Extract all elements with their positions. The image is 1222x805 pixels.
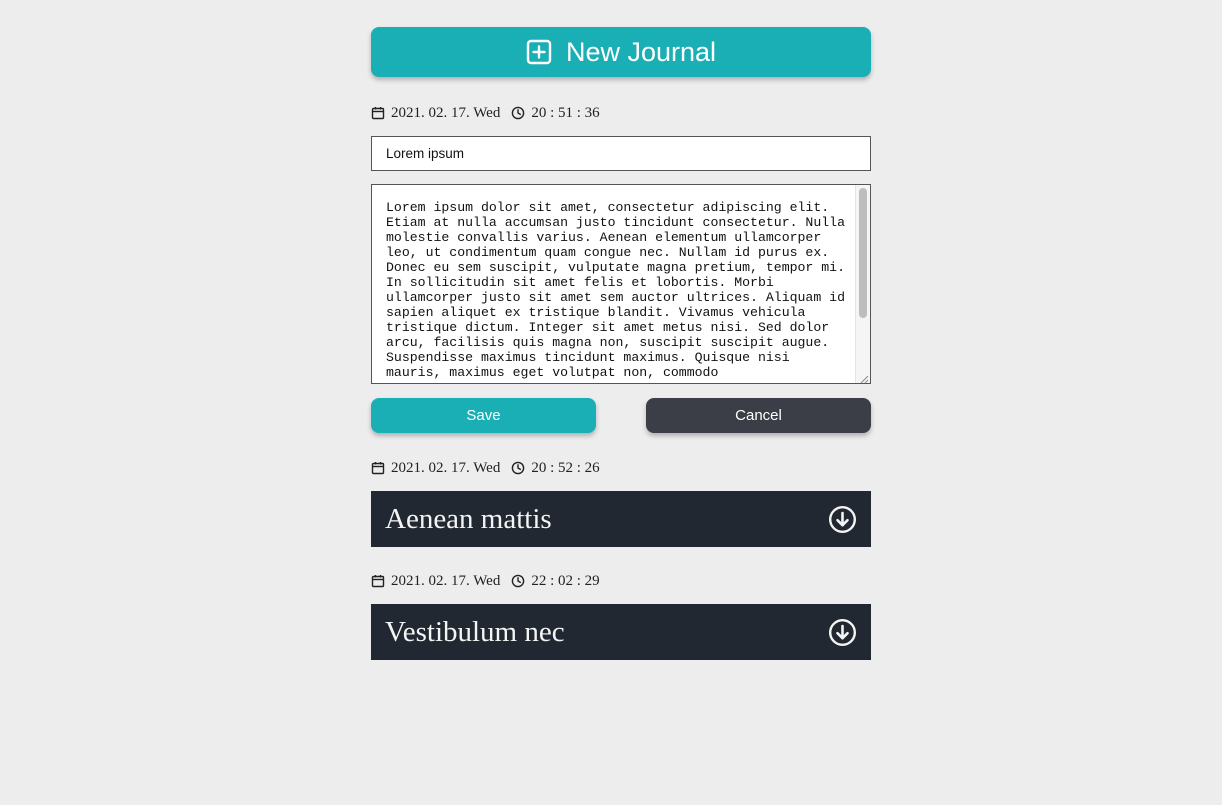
entry-time: 20 : 52 : 26 xyxy=(531,459,600,476)
journal-entry-aenean-mattis[interactable]: Aenean mattis xyxy=(371,491,871,547)
entry-date: 2021. 02. 17. Wed xyxy=(391,459,501,476)
calendar-icon xyxy=(371,106,385,120)
journal-app: New Journal 2021. 02. 17. Wed 20 : 51 : … xyxy=(371,27,871,660)
journal-entry-vestibulum-nec[interactable]: Vestibulum nec xyxy=(371,604,871,660)
body-scrollbar[interactable] xyxy=(855,185,870,383)
clock-icon xyxy=(511,106,525,120)
entry-time-group: 22 : 02 : 29 xyxy=(511,572,600,590)
arrow-circle-down-icon[interactable] xyxy=(828,505,857,534)
calendar-icon xyxy=(371,461,385,475)
journal-title-input[interactable] xyxy=(371,136,871,171)
calendar-icon xyxy=(371,574,385,588)
cancel-button[interactable]: Cancel xyxy=(646,398,871,433)
entry-timestamp: 2021. 02. 17. Wed 22 : 02 : 29 xyxy=(371,571,871,591)
entry-date: 2021. 02. 17. Wed xyxy=(391,572,501,589)
editor-time: 20 : 51 : 36 xyxy=(531,104,600,121)
clock-icon xyxy=(511,461,525,475)
resize-handle-icon[interactable] xyxy=(858,371,869,384)
editor-time-group: 20 : 51 : 36 xyxy=(511,104,600,122)
editor-actions: Save Cancel xyxy=(371,398,871,433)
entry-title: Aenean mattis xyxy=(385,502,552,535)
editor-timestamp: 2021. 02. 17. Wed 20 : 51 : 36 xyxy=(371,103,871,123)
new-journal-label: New Journal xyxy=(565,36,717,67)
entry-title: Vestibulum nec xyxy=(385,615,565,648)
save-button[interactable]: Save xyxy=(371,398,596,433)
plus-square-icon xyxy=(526,39,552,65)
journal-body-textarea[interactable]: Lorem ipsum dolor sit amet, consectetur … xyxy=(372,185,856,383)
entry-time: 22 : 02 : 29 xyxy=(531,572,600,589)
clock-icon xyxy=(511,574,525,588)
arrow-circle-down-icon[interactable] xyxy=(828,618,857,647)
entry-timestamp: 2021. 02. 17. Wed 20 : 52 : 26 xyxy=(371,458,871,478)
editor-date: 2021. 02. 17. Wed xyxy=(391,104,501,121)
new-journal-button[interactable]: New Journal xyxy=(371,27,871,77)
scrollbar-thumb[interactable] xyxy=(859,188,867,318)
journal-body-field: Lorem ipsum dolor sit amet, consectetur … xyxy=(371,184,871,384)
entry-time-group: 20 : 52 : 26 xyxy=(511,459,600,477)
